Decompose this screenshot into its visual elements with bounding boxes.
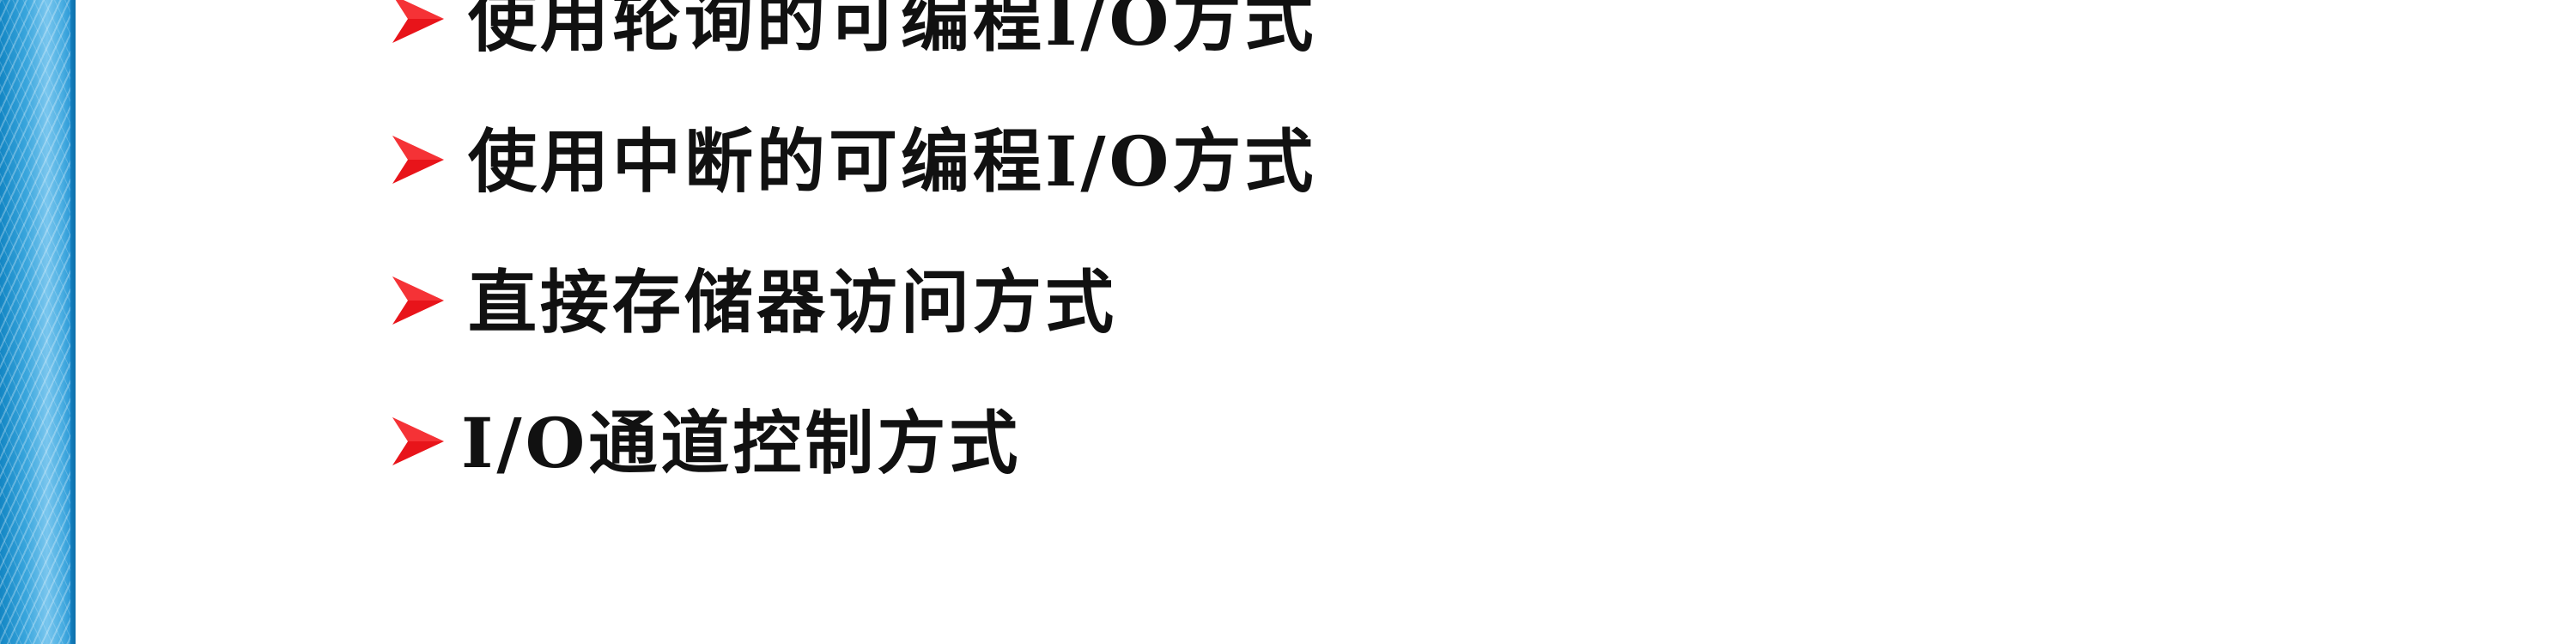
side-strip-edge <box>70 0 76 644</box>
list-item: I/O通道控制方式 <box>391 373 1316 513</box>
decorative-side-strip <box>0 0 76 644</box>
red-arrowhead-icon <box>392 276 444 325</box>
list-item-label: 使用轮询的可编程I/O方式 <box>468 0 1317 61</box>
list-item: 使用轮询的可编程I/O方式 <box>391 0 1316 91</box>
list-item-label: I/O通道控制方式 <box>461 403 1022 483</box>
list-item: 使用中断的可编程I/O方式 <box>391 91 1316 232</box>
bullet-list: 使用轮询的可编程I/O方式 使用中断的可编程I/O方式 直接存储器访问方式 I/… <box>391 0 1316 513</box>
list-item-label: 使用中断的可编程I/O方式 <box>468 121 1317 202</box>
red-arrowhead-icon <box>392 0 444 43</box>
list-item: 直接存储器访问方式 <box>391 232 1316 373</box>
red-arrowhead-icon <box>392 417 444 465</box>
red-arrowhead-icon <box>392 136 444 184</box>
slide: 使用轮询的可编程I/O方式 使用中断的可编程I/O方式 直接存储器访问方式 I/… <box>0 0 2576 644</box>
list-item-label: 直接存储器访问方式 <box>468 262 1117 343</box>
